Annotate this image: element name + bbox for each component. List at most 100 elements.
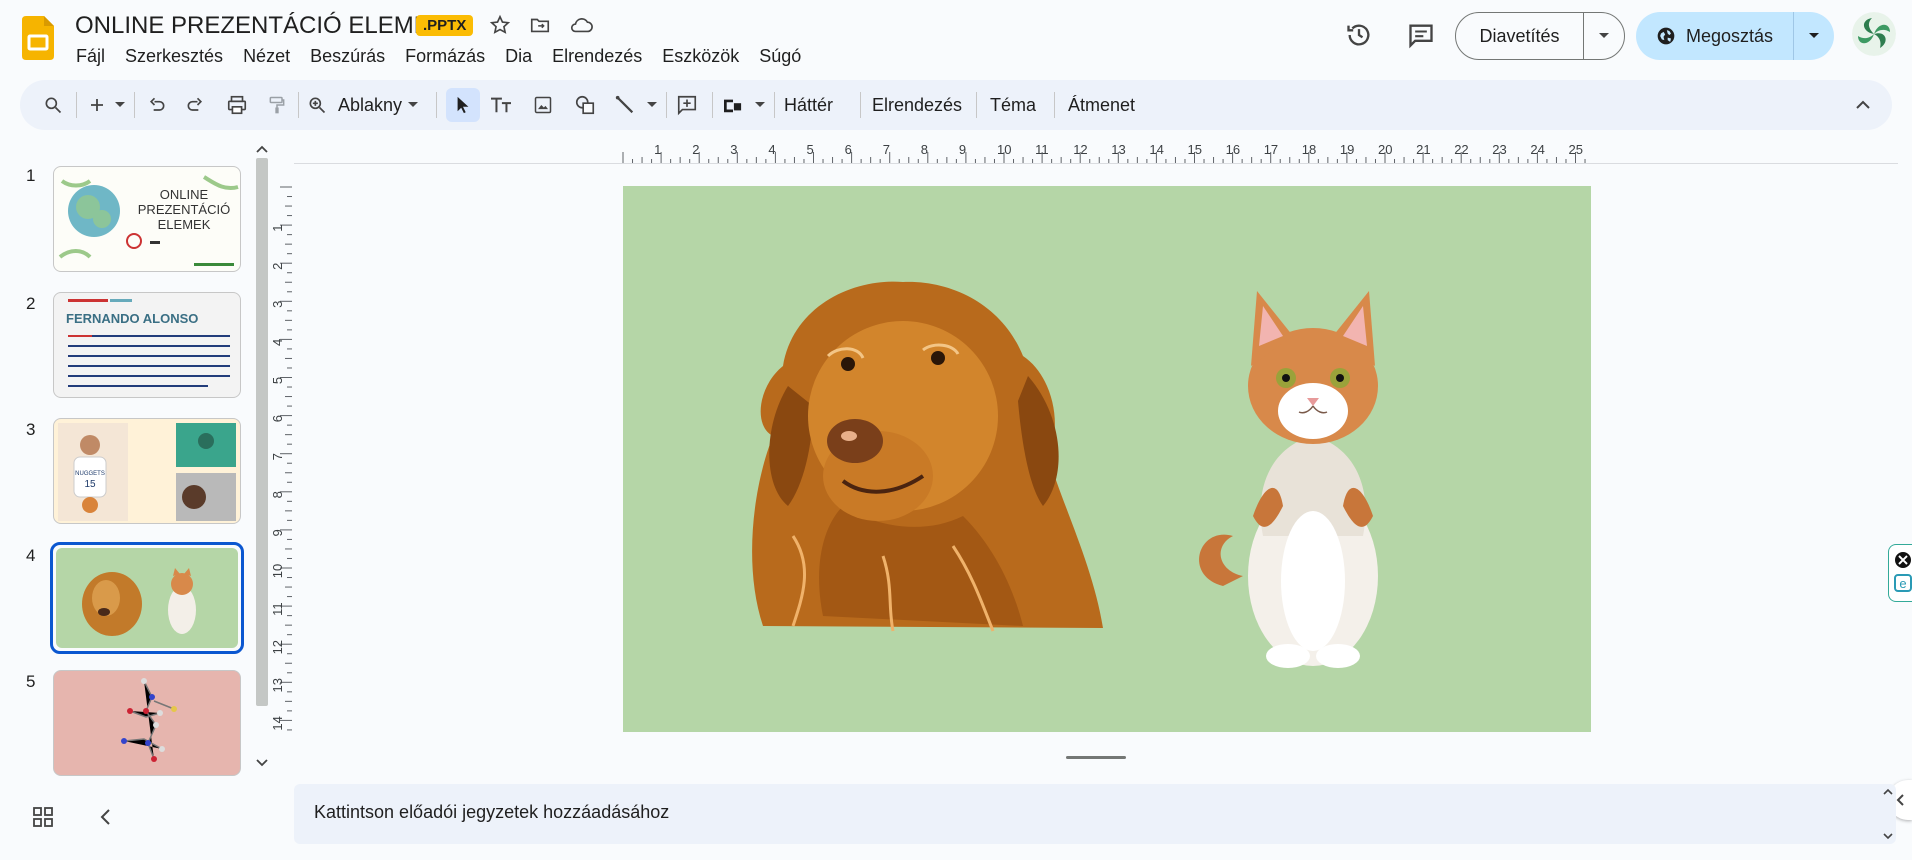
ruler-label: 8	[921, 142, 928, 157]
background-label: Háttér	[784, 94, 834, 115]
slide-thumbnail-4[interactable]	[56, 548, 238, 648]
ruler-label: 4	[768, 142, 775, 157]
text-box-icon[interactable]	[486, 88, 516, 122]
share-main[interactable]: Megosztás	[1636, 12, 1794, 60]
svg-text:15: 15	[84, 479, 96, 490]
cloud-saved-icon[interactable]	[568, 12, 594, 38]
ruler-label: 13	[1111, 142, 1125, 157]
redo-icon[interactable]	[180, 88, 210, 122]
version-history-icon[interactable]	[1342, 18, 1376, 52]
slideshow-label[interactable]: Diavetítés	[1456, 13, 1584, 59]
ruler-label: 2	[272, 263, 285, 270]
menu-arrange[interactable]: Elrendezés	[542, 44, 652, 68]
share-dropdown-icon[interactable]	[1794, 12, 1834, 60]
new-slide-dropdown-icon[interactable]	[112, 88, 128, 122]
ruler-label: 10	[272, 564, 285, 578]
grid-view-icon[interactable]	[32, 806, 56, 830]
ruler-label: 9	[959, 142, 966, 157]
search-menus-icon[interactable]	[38, 88, 68, 122]
slide-thumbnail-1[interactable]: ONLINE PREZENTÁCIÓ ELEMEK	[53, 166, 241, 272]
ruler-label: 5	[272, 377, 285, 384]
ruler-label: 4	[272, 339, 285, 346]
slide-number: 1	[26, 166, 36, 185]
theme-label: Téma	[990, 94, 1037, 115]
ruler-label: 3	[272, 301, 285, 308]
svg-text:NUGGETS: NUGGETS	[75, 471, 105, 477]
cat-image[interactable]	[1199, 291, 1378, 668]
undo-icon[interactable]	[142, 88, 172, 122]
ruler-label: 7	[272, 453, 285, 460]
side-extension-panel[interactable]: e	[1888, 544, 1912, 602]
ruler-label: 11	[272, 602, 285, 616]
slide-number: 2	[26, 294, 36, 313]
menu-insert[interactable]: Beszúrás	[300, 44, 395, 68]
collapse-filmstrip-icon[interactable]	[96, 806, 120, 830]
svg-text:ONLINE: ONLINE	[160, 187, 209, 202]
comments-icon[interactable]	[1404, 18, 1438, 52]
file-type-badge: .PPTX	[416, 15, 474, 36]
placeholder-icon[interactable]	[718, 88, 748, 122]
notes-resize-handle[interactable]	[1066, 756, 1126, 759]
slide-number: 3	[26, 420, 36, 439]
filmstrip-scrollbar[interactable]	[252, 140, 272, 772]
speaker-notes-placeholder[interactable]: Kattintson előadói jegyzetek hozzáadásáh…	[314, 802, 669, 823]
avatar[interactable]	[1852, 12, 1896, 56]
slideshow-button[interactable]: Diavetítés	[1455, 12, 1625, 60]
select-tool-icon[interactable]	[446, 88, 480, 122]
menu-tools[interactable]: Eszközök	[652, 44, 749, 68]
collapse-toolbar-icon[interactable]	[1848, 88, 1878, 122]
add-comment-icon[interactable]	[672, 88, 702, 122]
menu-help[interactable]: Súgó	[749, 44, 811, 68]
menu-edit[interactable]: Szerkesztés	[115, 44, 233, 68]
layout-button[interactable]: Elrendezés	[872, 88, 962, 122]
svg-text:PREZENTÁCIÓ: PREZENTÁCIÓ	[138, 202, 230, 217]
line-icon[interactable]	[610, 88, 640, 122]
ruler-label: 20	[1378, 142, 1392, 157]
ruler-label: 13	[272, 678, 285, 692]
ruler-label: 1	[272, 224, 285, 231]
menu-slide[interactable]: Dia	[495, 44, 542, 68]
slide-canvas[interactable]	[623, 186, 1591, 732]
ruler-label: 17	[1264, 142, 1278, 157]
menu-file[interactable]: Fájl	[66, 44, 115, 68]
vertical-ruler[interactable]: 1234567891011121314	[270, 186, 294, 738]
background-button[interactable]: Háttér	[784, 88, 833, 122]
ruler-label: 6	[272, 415, 285, 422]
ruler-label: 12	[272, 640, 285, 654]
slide-thumbnail-2[interactable]: FERNANDO ALONSO	[53, 292, 241, 398]
dog-image[interactable]	[752, 281, 1103, 632]
share-label: Megosztás	[1685, 25, 1774, 46]
document-title[interactable]: ONLINE PREZENTÁCIÓ ELEMEK1	[75, 12, 459, 40]
ruler-label: 22	[1454, 142, 1468, 157]
shape-icon[interactable]	[570, 88, 600, 122]
theme-button[interactable]: Téma	[990, 88, 1036, 122]
zoom-icon[interactable]	[302, 88, 332, 122]
menu-format[interactable]: Formázás	[395, 44, 495, 68]
slide-thumbnail-5[interactable]	[53, 670, 241, 776]
slides-logo-icon[interactable]	[22, 16, 54, 60]
new-slide-icon[interactable]	[82, 88, 112, 122]
svg-text:e: e	[1899, 576, 1906, 591]
slideshow-dropdown-icon[interactable]	[1584, 13, 1624, 59]
slide-thumbnail-3[interactable]: NUGGETS 15	[53, 418, 241, 524]
menu-bar: Fájl Szerkesztés Nézet Beszúrás Formázás…	[66, 44, 811, 68]
ruler-label: 3	[730, 142, 737, 157]
ruler-label: 19	[1340, 142, 1354, 157]
print-icon[interactable]	[222, 88, 252, 122]
line-dropdown-icon[interactable]	[644, 88, 660, 122]
menu-view[interactable]: Nézet	[233, 44, 300, 68]
slide-number: 4	[26, 546, 36, 565]
transition-button[interactable]: Átmenet	[1068, 88, 1135, 122]
star-icon[interactable]	[487, 12, 513, 38]
paint-format-icon[interactable]	[262, 88, 292, 122]
insert-image-icon[interactable]	[528, 88, 558, 122]
placeholder-dropdown-icon[interactable]	[752, 88, 768, 122]
share-button[interactable]: Megosztás	[1636, 12, 1834, 60]
ruler-label: 14	[272, 716, 285, 730]
notes-scrollbar[interactable]	[1882, 786, 1894, 842]
move-folder-icon[interactable]	[527, 12, 553, 38]
ruler-label: 6	[845, 142, 852, 157]
slide-number: 5	[26, 672, 36, 691]
zoom-select[interactable]: Ablakny	[338, 88, 424, 122]
ruler-baseline	[294, 163, 1898, 164]
